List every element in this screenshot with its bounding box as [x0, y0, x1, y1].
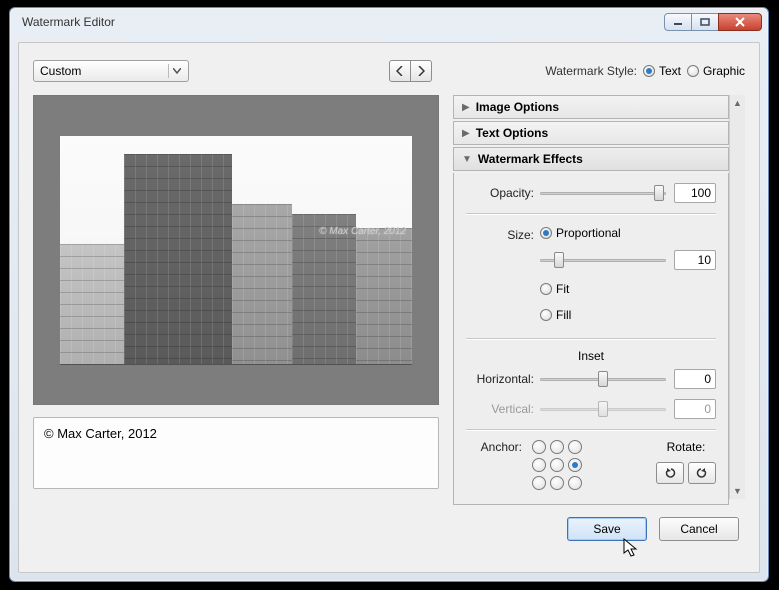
watermark-text-value: © Max Carter, 2012 — [44, 426, 157, 441]
preset-value: Custom — [40, 64, 81, 78]
watermark-effects-body: Opacity: 100 Size: — [453, 173, 729, 505]
next-image-button[interactable] — [410, 60, 432, 82]
dialog-body: Custom Watermark Style: Text — [18, 42, 760, 573]
minimize-button[interactable] — [664, 13, 692, 31]
style-text-label: Text — [659, 64, 681, 78]
right-scrollbar[interactable]: ▲ ▼ — [729, 95, 745, 499]
anchor-top-center[interactable] — [550, 440, 564, 454]
watermark-style-label: Watermark Style: — [545, 64, 637, 78]
panel-image-options[interactable]: ▶ Image Options — [453, 95, 729, 119]
maximize-button[interactable] — [691, 13, 719, 31]
anchor-bottom-center[interactable] — [550, 476, 564, 490]
size-fill-radio[interactable]: Fill — [540, 308, 571, 322]
rotate-left-button[interactable] — [656, 462, 684, 484]
close-button[interactable] — [718, 13, 762, 31]
radio-icon — [540, 309, 552, 321]
anchor-top-left[interactable] — [532, 440, 546, 454]
anchor-bottom-right[interactable] — [568, 476, 582, 490]
panel-text-options-label: Text Options — [476, 126, 548, 140]
save-button[interactable]: Save — [567, 517, 647, 541]
size-label: Size: — [466, 228, 534, 242]
window-title: Watermark Editor — [22, 15, 665, 29]
horizontal-label: Horizontal: — [466, 372, 534, 386]
inset-title: Inset — [466, 349, 716, 363]
vertical-slider — [540, 400, 666, 418]
radio-icon — [540, 227, 552, 239]
anchor-label: Anchor: — [466, 440, 522, 454]
watermark-overlay-text: © Max Carter, 2012 — [319, 226, 406, 237]
rotate-right-button[interactable] — [688, 462, 716, 484]
anchor-bottom-left[interactable] — [532, 476, 546, 490]
chevron-down-icon — [168, 64, 184, 78]
preview-image: © Max Carter, 2012 — [60, 136, 412, 364]
radio-icon — [540, 283, 552, 295]
preview-area: © Max Carter, 2012 — [33, 95, 439, 405]
panel-watermark-effects-label: Watermark Effects — [478, 152, 583, 166]
panel-watermark-effects[interactable]: ▼ Watermark Effects — [453, 147, 729, 171]
style-graphic-label: Graphic — [703, 64, 745, 78]
anchor-middle-center[interactable] — [550, 458, 564, 472]
opacity-label: Opacity: — [466, 186, 534, 200]
horizontal-slider[interactable] — [540, 370, 666, 388]
scroll-down-icon[interactable]: ▼ — [730, 483, 745, 499]
size-fill-label: Fill — [556, 308, 571, 322]
style-text-radio[interactable]: Text — [643, 64, 681, 78]
panel-text-options[interactable]: ▶ Text Options — [453, 121, 729, 145]
watermark-text-input[interactable]: © Max Carter, 2012 — [33, 417, 439, 489]
size-fit-radio[interactable]: Fit — [540, 282, 569, 296]
preset-dropdown[interactable]: Custom — [33, 60, 189, 82]
size-proportional-radio[interactable]: Proportional — [540, 226, 621, 240]
anchor-middle-right[interactable] — [568, 458, 582, 472]
chevron-right-icon: ▶ — [462, 128, 470, 139]
vertical-label: Vertical: — [466, 402, 534, 416]
size-slider[interactable] — [540, 251, 666, 269]
opacity-value[interactable]: 100 — [674, 183, 716, 203]
size-proportional-label: Proportional — [556, 226, 621, 240]
radio-icon — [643, 65, 655, 77]
panel-image-options-label: Image Options — [476, 100, 559, 114]
size-fit-label: Fit — [556, 282, 569, 296]
window: Watermark Editor Custom — [9, 7, 769, 582]
rotate-label: Rotate: — [656, 440, 716, 454]
anchor-middle-left[interactable] — [532, 458, 546, 472]
titlebar: Watermark Editor — [10, 8, 768, 36]
opacity-slider[interactable] — [540, 184, 666, 202]
size-value[interactable]: 10 — [674, 250, 716, 270]
chevron-down-icon: ▼ — [462, 154, 472, 165]
vertical-value: 0 — [674, 399, 716, 419]
scroll-up-icon[interactable]: ▲ — [730, 95, 745, 111]
anchor-top-right[interactable] — [568, 440, 582, 454]
cancel-button[interactable]: Cancel — [659, 517, 739, 541]
anchor-grid[interactable] — [532, 440, 584, 492]
horizontal-value[interactable]: 0 — [674, 369, 716, 389]
prev-image-button[interactable] — [389, 60, 411, 82]
radio-icon — [687, 65, 699, 77]
chevron-right-icon: ▶ — [462, 102, 470, 113]
style-graphic-radio[interactable]: Graphic — [687, 64, 745, 78]
